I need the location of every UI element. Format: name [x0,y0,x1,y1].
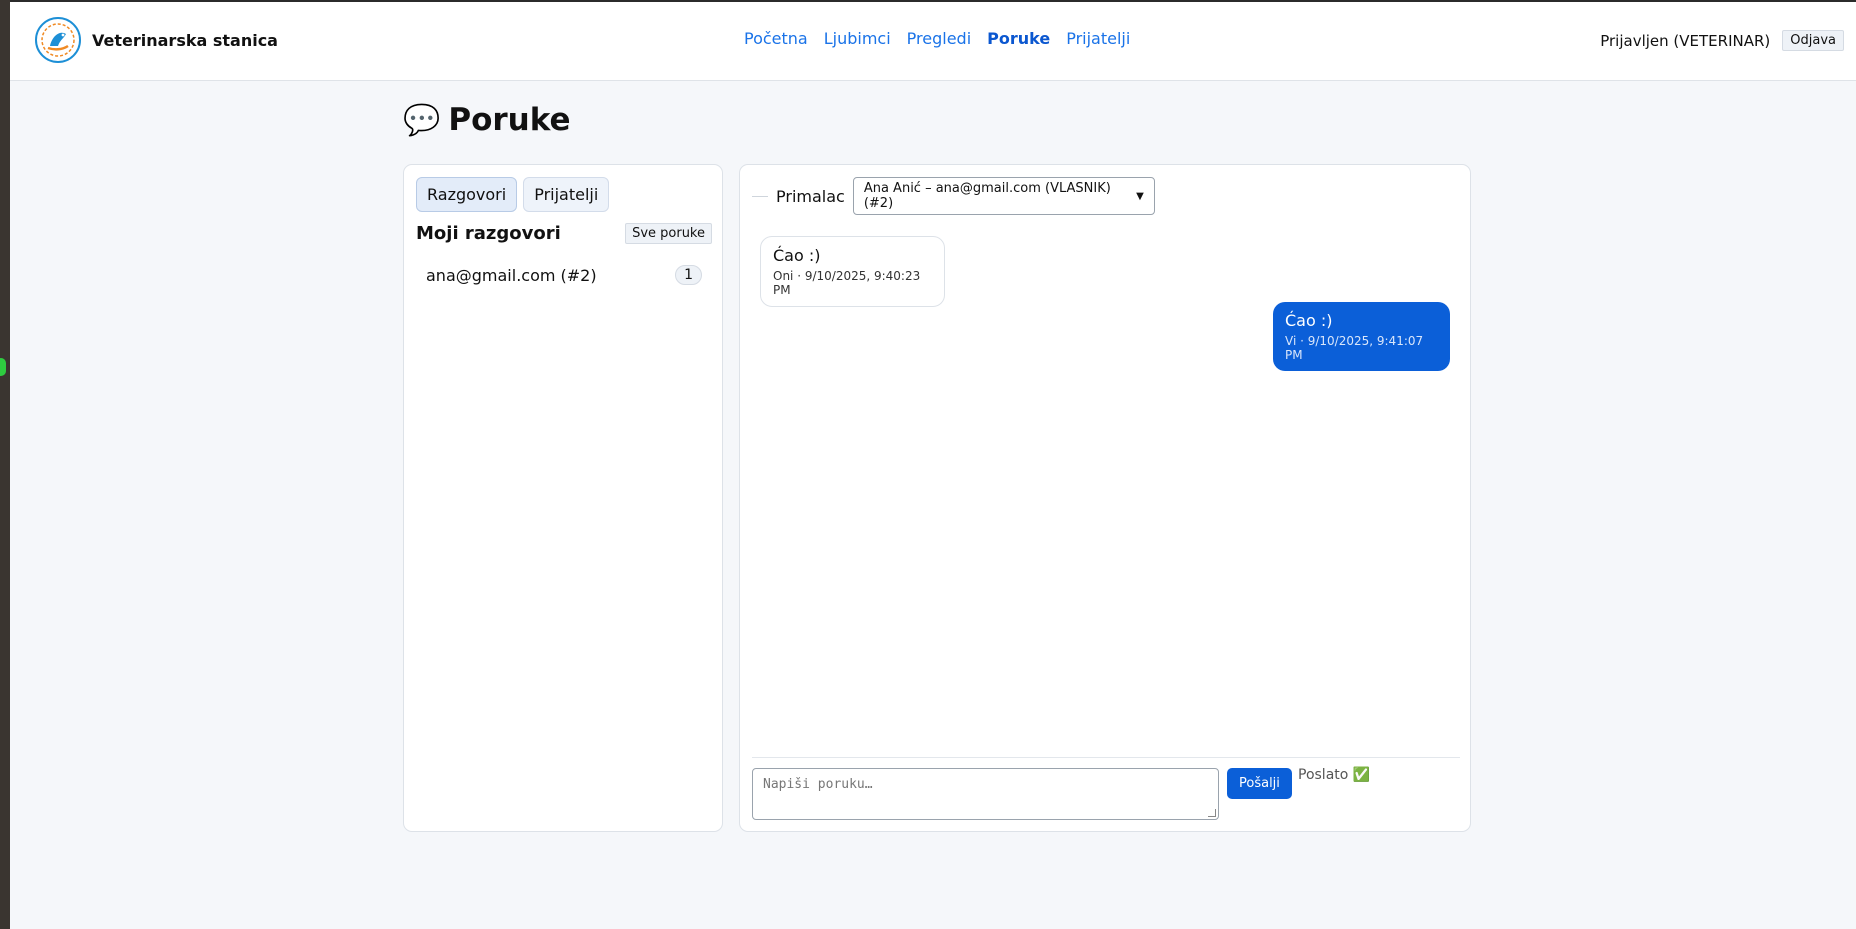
composer-divider [752,757,1460,758]
speech-bubble-icon: 💬 [403,102,441,138]
message-meta: Vi · 9/10/2025, 9:41:07 PM [1285,334,1424,362]
page-heading: Poruke [448,102,571,138]
conversation-label: ana@gmail.com (#2) [426,265,597,285]
message-text: Ćao :) [773,246,821,265]
recipient-label: Primalac [776,186,845,206]
conversations-panel: Razgovori Prijatelji Moji razgovori Sve … [403,164,723,832]
message-meta: Oni · 9/10/2025, 9:40:23 PM [773,269,921,297]
nav-poruke[interactable]: Poruke [987,29,1050,48]
desktop-edge [0,0,10,929]
recipient-select-value: Ana Anić – ana@gmail.com (VLASNIK) (#2) [863,181,1111,211]
message-input[interactable]: Napiši poruku… [752,768,1219,820]
recipient-select[interactable]: Ana Anić – ana@gmail.com (VLASNIK) (#2) … [852,177,1155,215]
logout-button[interactable]: Odjava [1782,30,1844,51]
all-messages-button[interactable]: Sve poruke [625,223,712,244]
main-nav: Početna Ljubimci Pregledi Poruke Prijate… [744,29,1130,48]
section-title: Moji razgovori [416,223,561,244]
desktop-indicator [0,358,6,376]
chevron-down-icon: ▼ [1136,190,1144,202]
clinic-logo-icon [35,17,81,63]
navbar: Veterinarska stanica Početna Ljubimci Pr… [10,2,1856,81]
divider-line [752,195,768,197]
resize-handle-icon[interactable] [1208,809,1216,817]
brand[interactable]: Veterinarska stanica [34,16,278,64]
conversations-header: Moji razgovori Sve poruke [416,223,712,244]
message-input-placeholder: Napiši poruku… [763,777,873,792]
recipient-row: Primalac Ana Anić – ana@gmail.com (VLASN… [752,177,1155,215]
message-text: Ćao :) [1285,311,1333,330]
brand-name: Veterinarska stanica [92,30,278,50]
message-incoming: Ćao :) Oni · 9/10/2025, 9:40:23 PM [760,236,945,307]
nav-pocetna[interactable]: Početna [744,29,808,48]
tab-prijatelji[interactable]: Prijatelji [523,177,610,212]
send-button[interactable]: Pošalji [1227,768,1292,799]
tab-razgovori[interactable]: Razgovori [416,177,518,212]
sidebar-tabs: Razgovori Prijatelji [416,177,610,212]
message-outgoing: Ćao :) Vi · 9/10/2025, 9:41:07 PM [1273,302,1450,371]
page-title: 💬 Poruke [403,102,571,138]
nav-prijatelji[interactable]: Prijatelji [1066,29,1130,48]
conversation-item[interactable]: ana@gmail.com (#2) 1 [416,259,712,291]
send-status: Poslato ✅ [1298,767,1371,783]
logged-in-label: Prijavljen (VETERINAR) [1600,31,1771,50]
nav-pregledi[interactable]: Pregledi [907,29,971,48]
nav-ljubimci[interactable]: Ljubimci [824,29,891,48]
chat-panel: Primalac Ana Anić – ana@gmail.com (VLASN… [739,164,1471,832]
unread-count-badge: 1 [675,265,702,285]
user-area: Prijavljen (VETERINAR) Odjava [1600,30,1844,51]
